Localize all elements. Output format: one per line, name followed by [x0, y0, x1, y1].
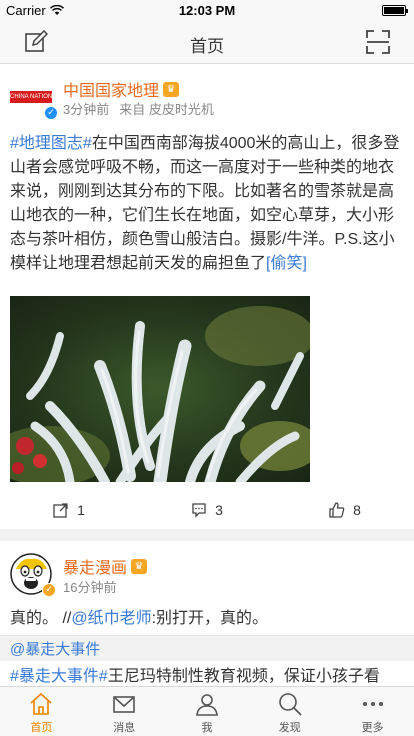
post-text: 真的。 //@纸巾老师:别打开，真的。: [0, 607, 414, 631]
tab-discover[interactable]: 发现: [248, 687, 331, 736]
vip-crown-icon: ♛: [163, 81, 180, 97]
post-card[interactable]: ✓ 暴走漫画 ♛ 16分钟前 真的。 //@纸巾老师:别打开，真的。 @暴走大事…: [0, 541, 414, 686]
author-name-label: 中国国家地理: [63, 83, 160, 100]
thumbs-up-icon: [329, 502, 345, 518]
tab-bar: 首页 消息 我 发现 更多: [0, 686, 414, 736]
message-icon: [113, 696, 135, 713]
page-title: 首页: [190, 37, 224, 56]
vip-crown-icon: ♛: [131, 558, 148, 574]
post-source: 来自 皮皮时光机: [119, 102, 214, 117]
repost-count: 1: [77, 502, 85, 518]
clock: 12:03 PM: [178, 3, 236, 18]
retweet-text: #暴走大事件#王尼玛特制性教育视频，保证小孩子看: [0, 665, 414, 686]
discover-icon: [278, 693, 302, 716]
like-count: 8: [353, 502, 361, 518]
author-name[interactable]: 中国国家地理 ♛: [63, 77, 180, 101]
verified-icon: ✓: [44, 106, 58, 120]
post-meta: 16分钟前: [63, 577, 116, 596]
post-body: 在中国西南部海拔4000米的高山上，很多登山者会感觉呼吸不畅，而这一高度对于一些…: [10, 135, 400, 272]
tab-label: 消息: [113, 722, 136, 734]
post-time: 3分钟前: [63, 102, 110, 117]
verified-icon: ✓: [42, 583, 56, 597]
tab-messages[interactable]: 消息: [83, 687, 166, 736]
navigation-bar: 首页: [0, 20, 414, 64]
comment-button[interactable]: 3: [138, 490, 276, 530]
post-card[interactable]: CHINA NATIONAL GEOGRAPHY ✓ 中国国家地理 ♛ 3分钟前…: [0, 64, 414, 529]
hashtag-link[interactable]: #地理图志#: [10, 135, 92, 152]
lichen-photo: [10, 296, 310, 482]
avatar-logo: CHINA NATIONAL GEOGRAPHY: [10, 91, 52, 103]
tab-profile[interactable]: 我: [166, 687, 249, 736]
tab-label: 我: [201, 722, 213, 734]
feed[interactable]: CHINA NATIONAL GEOGRAPHY ✓ 中国国家地理 ♛ 3分钟前…: [0, 64, 414, 686]
post-time: 16分钟前: [63, 580, 117, 595]
profile-icon: [196, 694, 218, 716]
post-header: CHINA NATIONAL GEOGRAPHY ✓ 中国国家地理 ♛ 3分钟前…: [0, 64, 414, 124]
status-bar: Carrier 12:03 PM: [0, 0, 414, 20]
author-name-label: 暴走漫画: [63, 560, 128, 577]
post-text: #地理图志#在中国西南部海拔4000米的高山上，很多登山者会感觉呼吸不畅，而这一…: [0, 124, 414, 276]
emoji-tag: [偷笑]: [266, 255, 307, 272]
retweet-source[interactable]: @暴走大事件: [0, 635, 414, 661]
mention-link[interactable]: @纸巾老师: [71, 610, 151, 627]
tab-label: 发现: [278, 722, 301, 734]
avatar[interactable]: ✓: [10, 553, 56, 597]
tab-label: 更多: [361, 722, 384, 734]
avatar[interactable]: CHINA NATIONAL GEOGRAPHY ✓: [10, 76, 58, 120]
hashtag-link[interactable]: #暴走大事件#: [10, 668, 108, 685]
home-icon: [30, 692, 52, 715]
repost-button[interactable]: 1: [0, 490, 138, 530]
author-name[interactable]: 暴走漫画 ♛: [63, 554, 148, 578]
more-icon: [362, 702, 383, 706]
comment-icon: [192, 503, 206, 518]
battery-icon: [382, 5, 408, 16]
retweet-body: 王尼玛特制性教育视频，保证小孩子看: [107, 668, 380, 685]
post-image[interactable]: [10, 296, 310, 482]
tab-more[interactable]: 更多: [331, 687, 414, 736]
post-meta: 3分钟前 来自 皮皮时光机: [63, 99, 214, 118]
post-actions: 1 3 8: [0, 490, 414, 530]
tab-home[interactable]: 首页: [0, 687, 83, 736]
scan-icon[interactable]: [366, 30, 390, 54]
like-button[interactable]: 8: [276, 490, 414, 530]
post-text-part: :别打开，真的。: [151, 610, 269, 627]
repost-icon: [53, 503, 68, 518]
comment-count: 3: [215, 502, 223, 518]
tab-label: 首页: [30, 722, 53, 734]
post-text-part: 真的。 //: [10, 610, 72, 627]
mention-link[interactable]: @暴走大事件: [10, 641, 100, 658]
